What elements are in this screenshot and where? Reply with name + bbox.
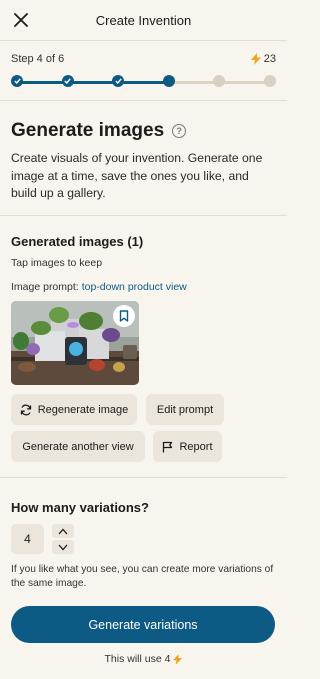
- close-button[interactable]: [12, 11, 30, 29]
- intro-section: Generate images ? Create visuals of your…: [0, 120, 287, 203]
- page-title: Create Invention: [95, 12, 192, 28]
- image-prompt: Image prompt: top-down product view: [11, 281, 276, 293]
- regenerate-image-label: Regenerate image: [37, 403, 129, 416]
- close-icon: [14, 13, 28, 27]
- credit-cost-label: This will use 4: [104, 653, 171, 665]
- generate-variations-label: Generate variations: [88, 617, 198, 632]
- variations-note: If you like what you see, you can create…: [11, 564, 274, 590]
- top-bar: Create Invention: [0, 0, 287, 41]
- generated-images-title: Generated images (1): [11, 234, 144, 249]
- intro-description: Create visuals of your invention. Genera…: [11, 151, 263, 201]
- variation-count: 4: [11, 524, 44, 554]
- step-4-dot: [162, 75, 175, 87]
- divider: [0, 477, 287, 478]
- prompt-label: Image prompt:: [11, 281, 79, 293]
- step-3-dot: [112, 75, 124, 87]
- generated-images-section: Generated images (1) Tap images to keep …: [11, 234, 276, 462]
- bookmark-icon: [119, 310, 129, 322]
- save-image-button[interactable]: [113, 305, 135, 327]
- prompt-value: top-down product view: [81, 281, 187, 293]
- lightning-icon: [173, 653, 183, 665]
- step-2-dot: [61, 75, 74, 87]
- divider: [0, 100, 287, 101]
- variations-title: How many variations?: [11, 500, 149, 515]
- generated-image-thumbnail[interactable]: [11, 301, 139, 385]
- check-icon: [13, 78, 21, 84]
- step-progress-track: [11, 75, 276, 89]
- step-6-dot: [263, 75, 276, 87]
- increment-button[interactable]: [52, 524, 74, 538]
- step-label: Step 4 of 6: [11, 53, 65, 65]
- step-1-dot: [11, 75, 23, 87]
- lightning-icon: [250, 53, 261, 65]
- report-button[interactable]: Report: [153, 431, 222, 462]
- step-5-dot: [213, 75, 225, 87]
- generate-variations-button[interactable]: Generate variations: [11, 606, 275, 643]
- decrement-button[interactable]: [52, 540, 74, 554]
- flag-icon: [163, 441, 173, 452]
- regenerate-image-button[interactable]: Regenerate image: [11, 394, 137, 425]
- help-icon[interactable]: ?: [172, 124, 187, 138]
- edit-prompt-label: Edit prompt: [156, 403, 214, 416]
- generate-another-view-label: Generate another view: [22, 440, 134, 453]
- edit-prompt-button[interactable]: Edit prompt: [146, 394, 224, 425]
- report-label: Report: [179, 440, 213, 453]
- credit-cost-note: This will use 4: [0, 653, 287, 665]
- check-icon: [64, 78, 71, 84]
- section-title: Generate images: [11, 120, 165, 141]
- credits-count: 23: [263, 53, 276, 65]
- chevron-down-icon: [58, 544, 68, 550]
- tap-hint: Tap images to keep: [11, 257, 103, 269]
- divider: [0, 215, 287, 216]
- credits-badge: 23: [250, 53, 276, 65]
- chevron-up-icon: [58, 528, 68, 534]
- generate-another-view-button[interactable]: Generate another view: [11, 431, 145, 462]
- variations-section: How many variations? 4 If you like what …: [11, 500, 276, 589]
- check-icon: [114, 78, 122, 84]
- refresh-icon: [20, 404, 31, 415]
